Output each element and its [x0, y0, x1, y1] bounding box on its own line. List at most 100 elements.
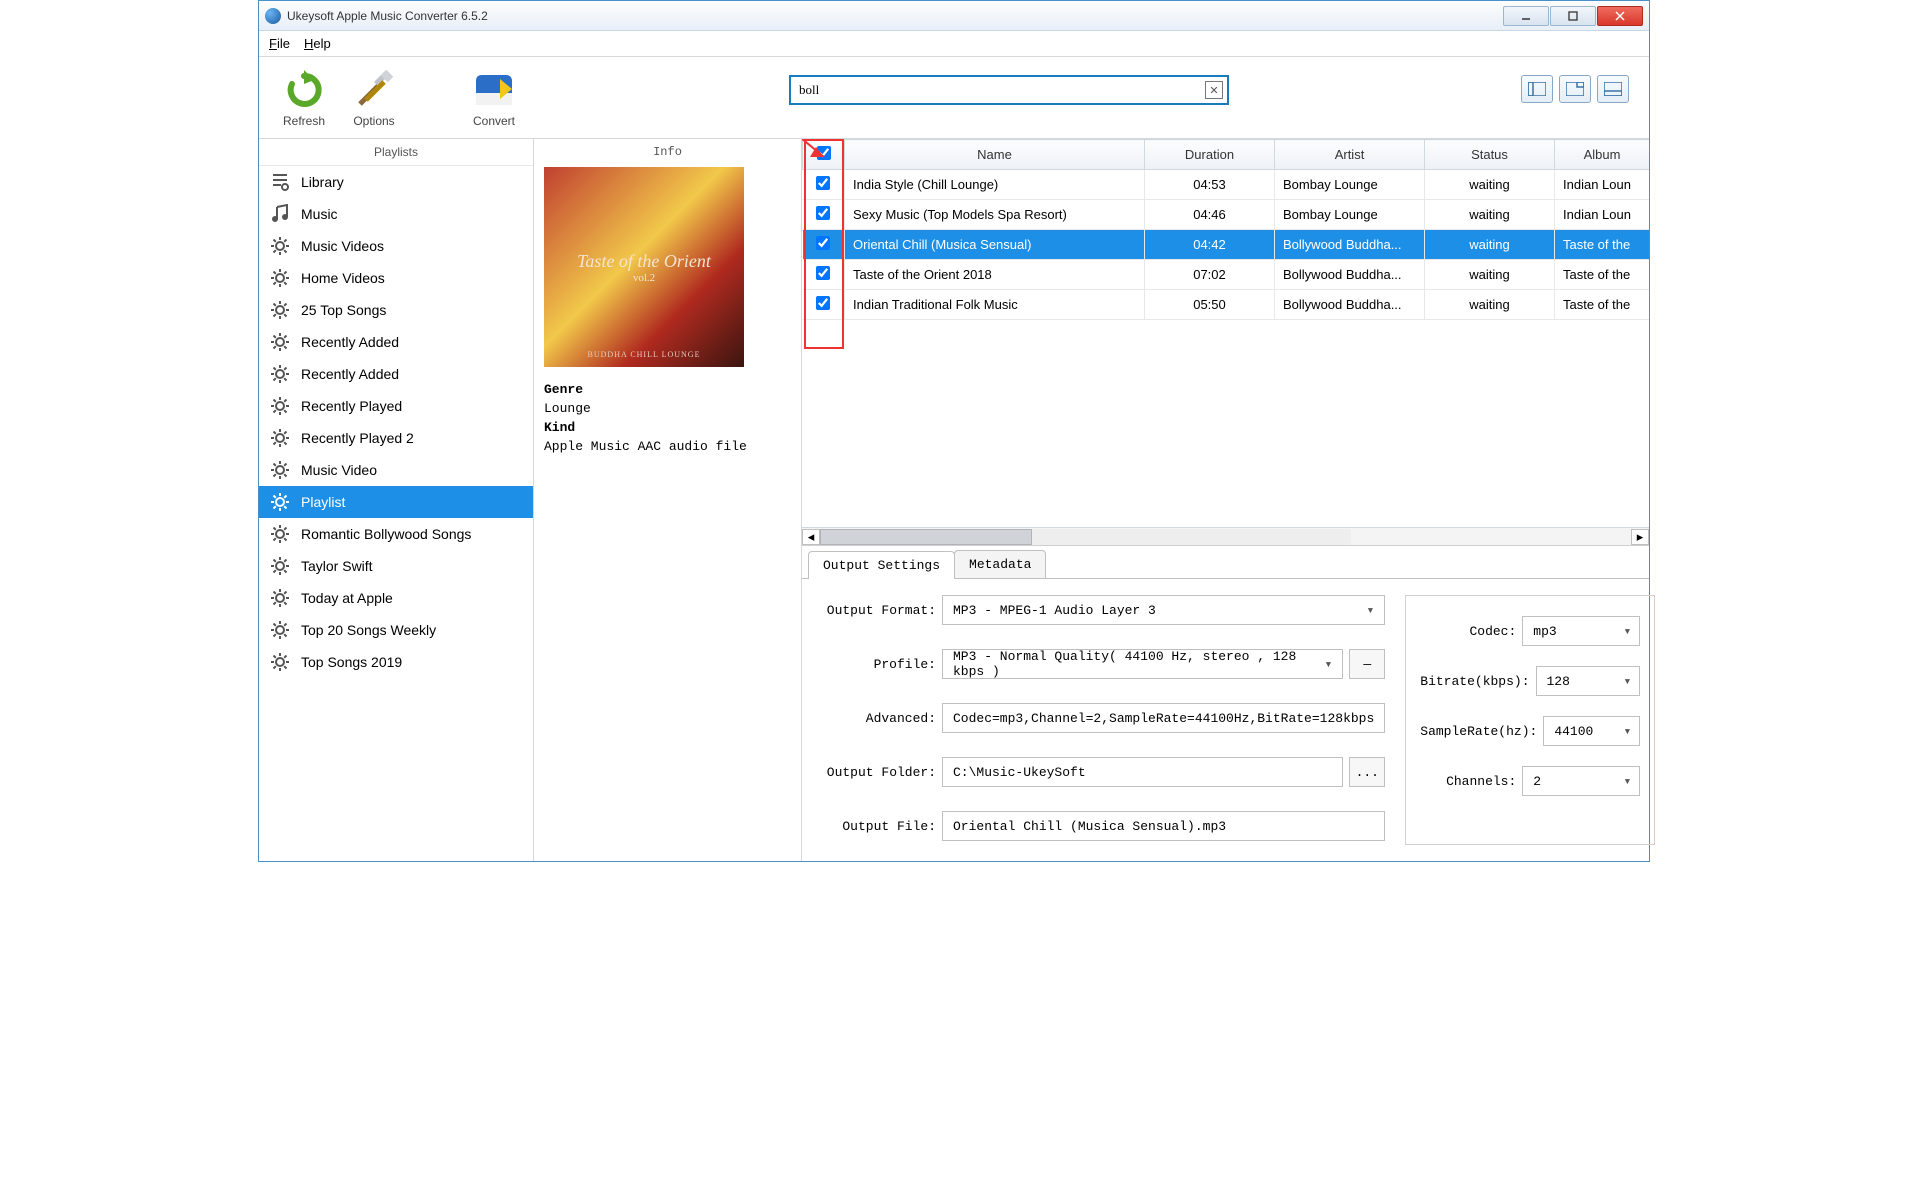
cell-artist: Bollywood Buddha... [1275, 230, 1425, 260]
library-icon [269, 171, 291, 193]
cell-name: Taste of the Orient 2018 [845, 260, 1145, 290]
channels-select[interactable]: 2 [1522, 766, 1640, 796]
track-table-wrap: Name Duration Artist Status Album India … [802, 139, 1649, 545]
sidebar-item-recently-added[interactable]: Recently Added [259, 358, 533, 390]
sidebar-item-label: Top 20 Songs Weekly [301, 622, 436, 638]
convert-button[interactable]: Convert [459, 70, 529, 128]
cell-artist: Bombay Lounge [1275, 200, 1425, 230]
codec-label: Codec: [1469, 624, 1516, 639]
samplerate-select[interactable]: 44100 [1543, 716, 1640, 746]
cell-artist: Bombay Lounge [1275, 170, 1425, 200]
profile-label: Profile: [822, 657, 942, 672]
sidebar-item-label: Recently Added [301, 334, 399, 350]
col-album[interactable]: Album [1555, 140, 1650, 170]
menubar: File Help [259, 31, 1649, 57]
album-cover: Taste of the Orient vol.2 BUDDHA CHILL L… [544, 167, 744, 367]
gear-icon [269, 299, 291, 321]
sidebar-item-label: 25 Top Songs [301, 302, 386, 318]
cell-album: Taste of the [1555, 230, 1650, 260]
options-icon [350, 70, 398, 110]
col-duration[interactable]: Duration [1145, 140, 1275, 170]
refresh-icon [280, 70, 328, 110]
table-row[interactable]: India Style (Chill Lounge) 04:53 Bombay … [803, 170, 1650, 200]
col-status[interactable]: Status [1425, 140, 1555, 170]
output-folder-input[interactable]: C:\Music-UkeySoft [942, 757, 1343, 787]
table-row[interactable]: Oriental Chill (Musica Sensual) 04:42 Bo… [803, 230, 1650, 260]
gear-icon [269, 267, 291, 289]
cell-artist: Bollywood Buddha... [1275, 290, 1425, 320]
sidebar-item-recently-played-2[interactable]: Recently Played 2 [259, 422, 533, 454]
cell-artist: Bollywood Buddha... [1275, 260, 1425, 290]
minimize-button[interactable] [1503, 6, 1549, 26]
tab-output-settings[interactable]: Output Settings [808, 551, 955, 579]
cell-status: waiting [1425, 290, 1555, 320]
sidebar-item-music-videos[interactable]: Music Videos [259, 230, 533, 262]
sidebar-item-home-videos[interactable]: Home Videos [259, 262, 533, 294]
sidebar-item-25-top-songs[interactable]: 25 Top Songs [259, 294, 533, 326]
bottom-panel: Output Settings Metadata Output Format: … [802, 545, 1649, 861]
toolbar: Refresh Options Convert ✕ [259, 57, 1649, 139]
playlist-sidebar: Playlists Library Music Music VideosHome V… [259, 139, 534, 861]
sidebar-item-music[interactable]: Music [259, 198, 533, 230]
channels-label: Channels: [1446, 774, 1516, 789]
output-file-input[interactable]: Oriental Chill (Musica Sensual).mp3 [942, 811, 1385, 841]
sidebar-item-label: Recently Played 2 [301, 430, 414, 446]
music-note-icon [269, 203, 291, 225]
sidebar-item-recently-added[interactable]: Recently Added [259, 326, 533, 358]
cell-album: Taste of the [1555, 260, 1650, 290]
menu-help[interactable]: Help [304, 36, 331, 51]
table-row[interactable]: Sexy Music (Top Models Spa Resort) 04:46… [803, 200, 1650, 230]
options-button[interactable]: Options [339, 70, 409, 128]
sidebar-item-music-video[interactable]: Music Video [259, 454, 533, 486]
sidebar-item-library[interactable]: Library [259, 166, 533, 198]
sidebar-item-label: Library [301, 174, 344, 190]
sidebar-item-top-20-songs-weekly[interactable]: Top 20 Songs Weekly [259, 614, 533, 646]
col-artist[interactable]: Artist [1275, 140, 1425, 170]
browse-folder-button[interactable]: ... [1349, 757, 1385, 787]
sidebar-item-taylor-swift[interactable]: Taylor Swift [259, 550, 533, 582]
sidebar-item-label: Music Video [301, 462, 377, 478]
sidebar-item-label: Recently Added [301, 366, 399, 382]
refresh-button[interactable]: Refresh [269, 70, 339, 128]
sidebar-item-romantic-bollywood-songs[interactable]: Romantic Bollywood Songs [259, 518, 533, 550]
options-label: Options [339, 114, 409, 128]
cell-name: Oriental Chill (Musica Sensual) [845, 230, 1145, 260]
content-area: Name Duration Artist Status Album India … [802, 139, 1649, 861]
output-file-label: Output File: [822, 819, 942, 834]
gear-icon [269, 651, 291, 673]
output-format-label: Output Format: [822, 603, 942, 618]
gear-icon [269, 427, 291, 449]
horizontal-scrollbar[interactable]: ◂ ▸ [802, 527, 1649, 545]
sidebar-item-today-at-apple[interactable]: Today at Apple [259, 582, 533, 614]
sidebar-item-label: Taylor Swift [301, 558, 373, 574]
bitrate-select[interactable]: 128 [1536, 666, 1641, 696]
view-left-panel-button[interactable] [1521, 75, 1553, 103]
cell-album: Indian Loun [1555, 170, 1650, 200]
output-format-select[interactable]: MP3 - MPEG-1 Audio Layer 3 [942, 595, 1385, 625]
close-button[interactable] [1597, 6, 1643, 26]
sidebar-item-label: Music [301, 206, 338, 222]
profile-select[interactable]: MP3 - Normal Quality( 44100 Hz, stereo ,… [942, 649, 1343, 679]
col-name[interactable]: Name [845, 140, 1145, 170]
search-input[interactable] [791, 82, 1205, 98]
view-top-panel-button[interactable] [1559, 75, 1591, 103]
advanced-input[interactable]: Codec=mp3,Channel=2,SampleRate=44100Hz,B… [942, 703, 1385, 733]
profile-reset-button[interactable]: — [1349, 649, 1385, 679]
view-bottom-panel-button[interactable] [1597, 75, 1629, 103]
gear-icon [269, 587, 291, 609]
maximize-button[interactable] [1550, 6, 1596, 26]
playlist-sidebar-header: Playlists [259, 139, 533, 166]
sidebar-item-recently-played[interactable]: Recently Played [259, 390, 533, 422]
table-row[interactable]: Taste of the Orient 2018 07:02 Bollywood… [803, 260, 1650, 290]
sidebar-item-label: Today at Apple [301, 590, 393, 606]
menu-file[interactable]: File [269, 36, 290, 51]
table-row[interactable]: Indian Traditional Folk Music 05:50 Boll… [803, 290, 1650, 320]
codec-select[interactable]: mp3 [1522, 616, 1640, 646]
tab-metadata[interactable]: Metadata [954, 550, 1046, 578]
genre-value: Lounge [544, 400, 791, 419]
sidebar-item-playlist[interactable]: Playlist [259, 486, 533, 518]
cell-status: waiting [1425, 170, 1555, 200]
clear-search-icon[interactable]: ✕ [1205, 81, 1223, 99]
sidebar-item-top-songs-2019[interactable]: Top Songs 2019 [259, 646, 533, 678]
sidebar-item-label: Top Songs 2019 [301, 654, 402, 670]
